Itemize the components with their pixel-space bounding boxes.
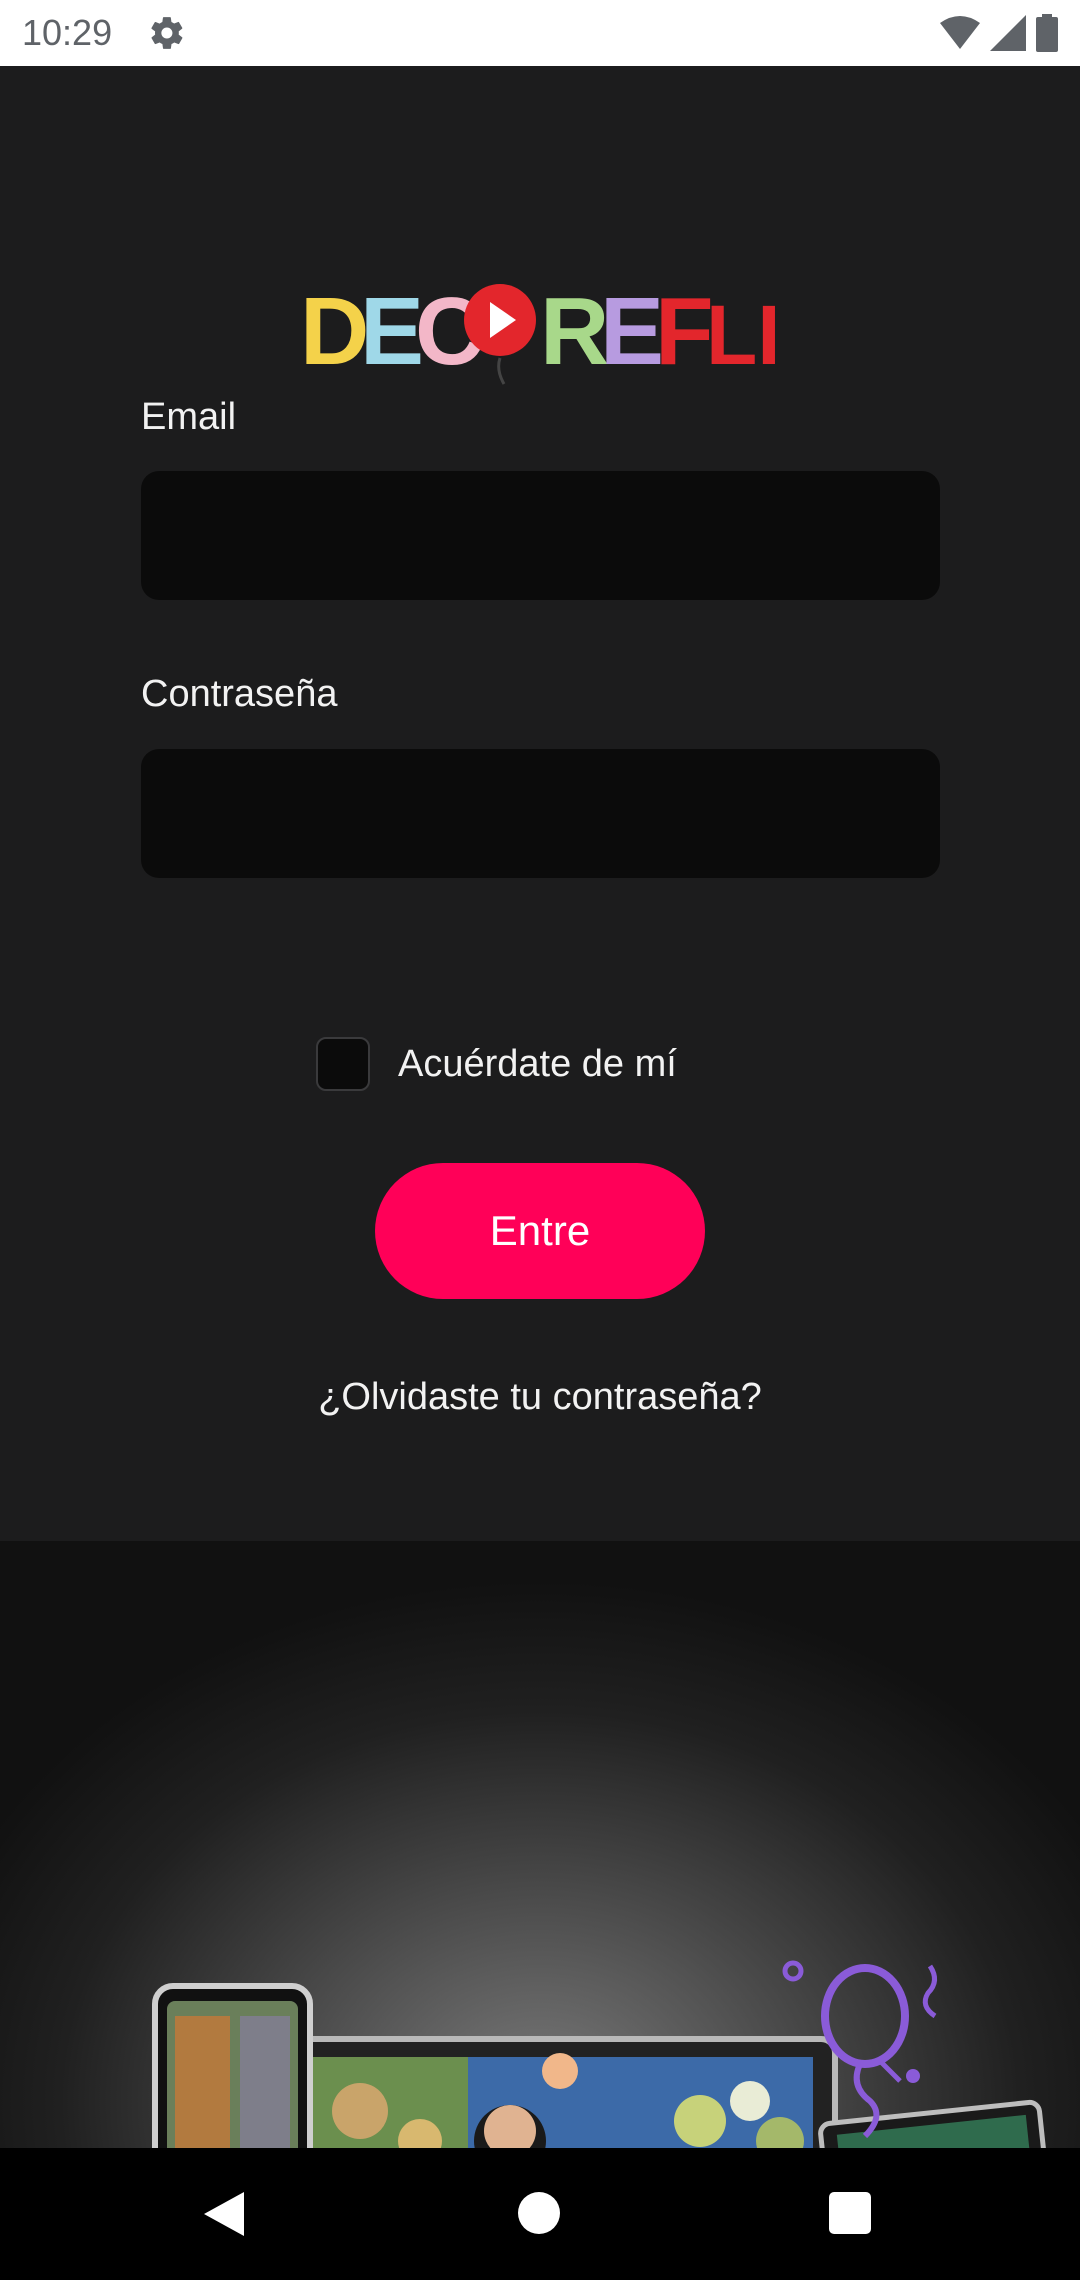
svg-text:F: F [655, 278, 714, 385]
svg-text:LIX: LIX [706, 288, 780, 382]
svg-text:R: R [540, 278, 609, 385]
login-button[interactable]: Entre [375, 1163, 705, 1299]
status-time: 10:29 [22, 12, 113, 53]
back-icon[interactable] [204, 2192, 246, 2236]
signal-icon [990, 15, 1026, 51]
remember-me-checkbox[interactable] [316, 1037, 370, 1091]
status-bar: 10:29 [0, 0, 1080, 66]
forgot-password-link[interactable]: ¿Olvidaste tu contraseña? [0, 1376, 1080, 1419]
email-field[interactable] [141, 471, 940, 600]
remember-me-label: Acuérdate de mí [398, 1042, 677, 1085]
recents-icon[interactable] [829, 2192, 871, 2234]
decoreflix-logo: D E C R E F LIX [300, 278, 780, 385]
email-label: Email [141, 396, 237, 438]
remember-me-row[interactable]: Acuérdate de mí [316, 1036, 677, 1092]
wifi-icon [940, 16, 980, 49]
password-field[interactable] [141, 749, 940, 878]
gear-icon [151, 17, 183, 49]
promo-devices-image [0, 1541, 1080, 2148]
svg-text:D: D [300, 278, 369, 385]
battery-icon [1036, 14, 1058, 52]
devices-illustration [152, 1960, 1047, 2148]
login-panel: D E C R E F LIX Email Contraseña Acuérda… [0, 66, 1080, 1541]
password-label: Contraseña [141, 673, 338, 715]
home-icon[interactable] [518, 2192, 560, 2234]
navigation-bar [0, 2148, 1080, 2280]
